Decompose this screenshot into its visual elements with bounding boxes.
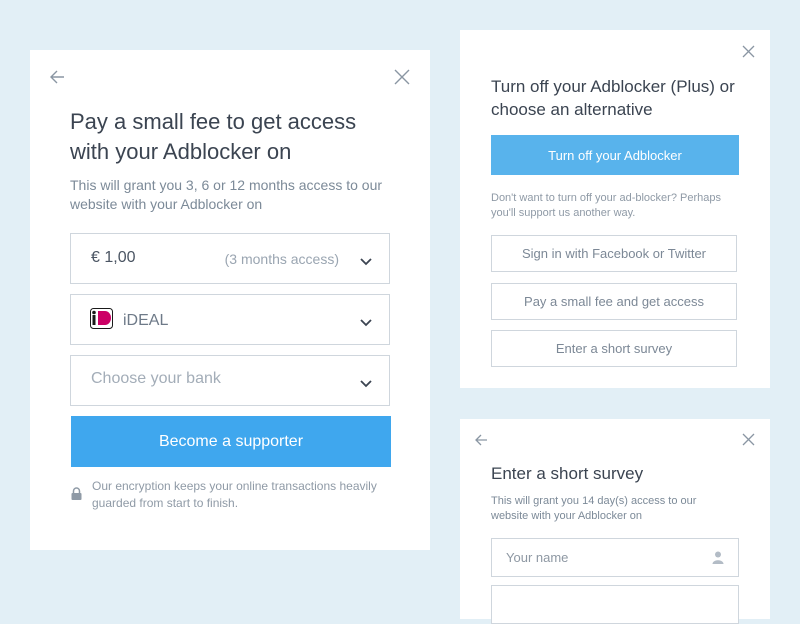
lock-icon (71, 487, 82, 505)
user-icon (712, 551, 724, 569)
ideal-logo-icon (90, 308, 113, 329)
chevron-down-icon (360, 253, 372, 271)
fee-description: This will grant you 3, 6 or 12 months ac… (70, 177, 383, 212)
short-survey-button[interactable]: Enter a short survey (491, 330, 737, 367)
back-arrow-icon[interactable] (474, 433, 488, 447)
amount-value: € 1,00 (91, 249, 136, 266)
amount-duration: (3 months access) (224, 251, 339, 267)
close-icon[interactable] (742, 45, 755, 58)
second-survey-field[interactable] (491, 585, 739, 624)
options-title: Turn off your Adblocker (Plus) or choose… (491, 77, 735, 119)
bank-select[interactable]: Choose your bank (70, 355, 390, 406)
back-arrow-icon[interactable] (49, 69, 65, 85)
name-field (491, 538, 739, 577)
turn-off-adblocker-button[interactable]: Turn off your Adblocker (491, 135, 739, 175)
name-input[interactable] (492, 539, 706, 576)
close-icon[interactable] (742, 433, 755, 446)
payment-method-value: iDEAL (123, 312, 169, 329)
survey-description: This will grant you 14 day(s) access to … (491, 495, 697, 522)
amount-select[interactable]: € 1,00 (3 months access) (70, 233, 390, 284)
close-icon[interactable] (394, 69, 410, 85)
fee-card: Pay a small fee to get access with your … (30, 50, 430, 550)
chevron-down-icon (360, 314, 372, 332)
survey-title: Enter a short survey (491, 464, 644, 483)
bank-placeholder: Choose your bank (91, 370, 221, 387)
become-supporter-button[interactable]: Become a supporter (71, 416, 391, 467)
chevron-down-icon (360, 375, 372, 393)
page-title: Pay a small fee to get access with your … (70, 109, 357, 164)
alternative-hint: Don't want to turn off your ad-blocker? … (491, 192, 721, 219)
adblock-options-card: Turn off your Adblocker (Plus) or choose… (460, 30, 770, 388)
payment-method-select[interactable]: iDEAL (70, 294, 390, 345)
social-sign-in-button[interactable]: Sign in with Facebook or Twitter (491, 235, 737, 272)
survey-card: Enter a short survey This will grant you… (460, 419, 770, 624)
pay-fee-button[interactable]: Pay a small fee and get access (491, 283, 737, 320)
security-note: Our encryption keeps your online transac… (92, 479, 377, 510)
